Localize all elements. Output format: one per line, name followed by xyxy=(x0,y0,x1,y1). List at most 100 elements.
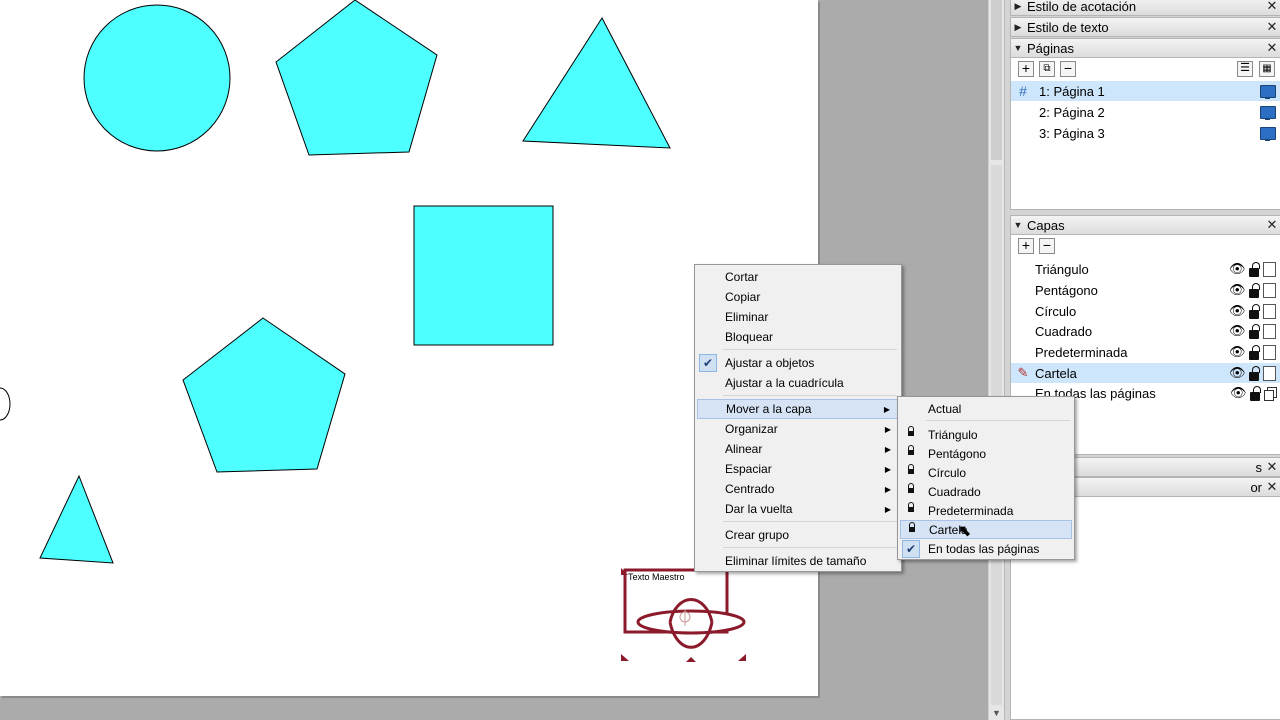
menu-item-label: Eliminar límites de tamaño xyxy=(725,554,867,568)
lock-icon[interactable] xyxy=(1249,323,1260,339)
menu-item-crear-grupo[interactable]: Crear grupo xyxy=(697,525,899,545)
submenu-item[interactable]: Círculo xyxy=(900,463,1072,482)
page-item[interactable]: 2: Página 2 xyxy=(1011,102,1280,122)
pentagon-shape-top[interactable] xyxy=(275,0,438,156)
eye-icon[interactable]: 👁 xyxy=(1229,323,1246,339)
close-icon[interactable]: ✕ xyxy=(1264,19,1280,35)
submenu-item[interactable]: Triángulo xyxy=(900,425,1072,444)
submenu-item-actual[interactable]: Actual xyxy=(900,399,1072,418)
eye-icon[interactable]: 👁 xyxy=(1229,282,1246,298)
scrollbar-thumb[interactable] xyxy=(991,0,1002,160)
submenu-item-label: En todas las páginas xyxy=(928,541,1040,556)
close-icon[interactable]: ✕ xyxy=(1264,479,1280,495)
lock-icon[interactable] xyxy=(1249,344,1260,360)
menu-item-alinear[interactable]: Alinear ▶ xyxy=(697,439,899,459)
layer-item[interactable]: Predeterminada 👁 xyxy=(1011,342,1280,362)
menu-item-ajustar-cuadricula[interactable]: Ajustar a la cuadrícula xyxy=(697,373,899,393)
pages-panel-body: + ⧉ − ☰ ▦ # 1: Página 1 2: Página 2 3: P… xyxy=(1010,58,1280,210)
menu-item-eliminar-limites[interactable]: Eliminar límites de tamaño xyxy=(697,551,899,571)
title-block-stamp[interactable] xyxy=(621,568,746,662)
grid-view-icon[interactable]: ▦ xyxy=(1259,61,1275,77)
submenu-item[interactable]: Pentágono xyxy=(900,444,1072,463)
panel-header-acotacion[interactable]: ▶ Estilo de acotación ✕ xyxy=(1010,0,1280,16)
submenu-arrow-icon: ▶ xyxy=(883,404,890,414)
menu-separator xyxy=(723,521,897,522)
page-icon[interactable] xyxy=(1263,365,1276,381)
lock-icon[interactable] xyxy=(1249,303,1260,319)
checkmark-icon: ✔ xyxy=(902,540,920,558)
menu-item-dar-vuelta[interactable]: Dar la vuelta ▶ xyxy=(697,499,899,519)
pentagon-shape-bottom[interactable] xyxy=(182,317,346,473)
expand-right-icon[interactable]: ▶ xyxy=(1011,22,1025,33)
scroll-down-icon[interactable]: ▼ xyxy=(992,708,1001,718)
panel-header-texto[interactable]: ▶ Estilo de texto ✕ xyxy=(1010,17,1280,37)
layer-item[interactable]: Triángulo 👁 xyxy=(1011,259,1280,279)
menu-item-label: Crear grupo xyxy=(725,528,790,542)
close-icon[interactable]: ✕ xyxy=(1264,459,1280,475)
eye-icon[interactable]: 👁 xyxy=(1229,365,1246,381)
duplicate-page-button[interactable]: ⧉ xyxy=(1039,61,1055,77)
circle-shape[interactable] xyxy=(83,4,231,152)
menu-item-copiar[interactable]: Copiar xyxy=(697,287,899,307)
submenu-item[interactable]: Cuadrado xyxy=(900,482,1072,501)
square-shape[interactable] xyxy=(413,205,554,346)
menu-item-mover-capa[interactable]: Mover a la capa ▶ xyxy=(697,399,899,419)
menu-item-espaciar[interactable]: Espaciar ▶ xyxy=(697,459,899,479)
monitor-icon[interactable] xyxy=(1260,105,1276,120)
layer-item[interactable]: ✎ Cartela 👁 xyxy=(1011,363,1280,383)
panel-title: Estilo de acotación xyxy=(1027,0,1137,14)
add-layer-button[interactable]: + xyxy=(1018,238,1034,254)
close-icon[interactable]: ✕ xyxy=(1264,217,1280,233)
add-page-button[interactable]: + xyxy=(1018,61,1034,77)
panel-header-capas[interactable]: ▼ Capas ✕ xyxy=(1010,215,1280,235)
vertical-scrollbar[interactable]: ▼ xyxy=(988,0,1005,720)
page-icon[interactable] xyxy=(1263,303,1276,319)
lock-icon[interactable] xyxy=(1249,365,1260,381)
layer-item[interactable]: Pentágono 👁 xyxy=(1011,280,1280,300)
lock-icon[interactable] xyxy=(1249,261,1260,277)
monitor-icon[interactable] xyxy=(1260,126,1276,141)
submenu-arrow-icon: ▶ xyxy=(884,464,891,474)
remove-page-button[interactable]: − xyxy=(1060,61,1076,77)
submenu-item[interactable]: Predeterminada xyxy=(900,501,1072,520)
submenu-item-cartela[interactable]: Cartela xyxy=(900,520,1072,539)
submenu-item-label: Actual xyxy=(928,401,962,416)
page-icon[interactable] xyxy=(1263,261,1276,277)
page-item[interactable]: 3: Página 3 xyxy=(1011,123,1280,143)
expand-down-icon[interactable]: ▼ xyxy=(1011,220,1025,230)
expand-right-icon[interactable]: ▶ xyxy=(1011,1,1025,12)
layer-item-label: Predeterminada xyxy=(1035,344,1128,360)
panel-header-paginas[interactable]: ▼ Páginas ✕ xyxy=(1010,38,1280,58)
close-icon[interactable]: ✕ xyxy=(1264,40,1280,56)
all-pages-icon[interactable] xyxy=(1264,386,1277,401)
close-icon[interactable]: ✕ xyxy=(1264,0,1280,14)
list-view-icon[interactable]: ☰ xyxy=(1237,61,1253,77)
lock-icon[interactable] xyxy=(1249,282,1260,298)
page-item[interactable]: # 1: Página 1 xyxy=(1011,81,1280,101)
page-icon[interactable] xyxy=(1263,344,1276,360)
menu-item-eliminar[interactable]: Eliminar xyxy=(697,307,899,327)
triangle-shape-bottom[interactable] xyxy=(39,474,114,564)
monitor-icon[interactable] xyxy=(1260,84,1276,99)
menu-item-centrado[interactable]: Centrado ▶ xyxy=(697,479,899,499)
page-icon[interactable] xyxy=(1263,282,1276,298)
menu-item-ajustar-objetos[interactable]: ✔ Ajustar a objetos xyxy=(697,353,899,373)
layer-item[interactable]: Cuadrado 👁 xyxy=(1011,321,1280,341)
menu-item-cortar[interactable]: Cortar xyxy=(697,267,899,287)
submenu-item[interactable]: ✔ En todas las páginas xyxy=(900,539,1072,558)
menu-item-bloquear[interactable]: Bloquear xyxy=(697,327,899,347)
remove-layer-button[interactable]: − xyxy=(1039,238,1055,254)
menu-item-label: Organizar xyxy=(725,422,778,436)
eye-icon[interactable]: 👁 xyxy=(1229,344,1246,360)
eye-icon[interactable]: 👁 xyxy=(1229,303,1246,319)
triangle-shape-top[interactable] xyxy=(522,17,671,149)
lock-icon xyxy=(908,445,914,455)
eye-icon[interactable]: 👁 xyxy=(1230,385,1247,401)
page-icon[interactable] xyxy=(1263,323,1276,339)
layer-item[interactable]: Círculo 👁 xyxy=(1011,301,1280,321)
eye-icon[interactable]: 👁 xyxy=(1229,261,1246,277)
partial-shape-edge xyxy=(0,387,11,421)
menu-item-organizar[interactable]: Organizar ▶ xyxy=(697,419,899,439)
expand-down-icon[interactable]: ▼ xyxy=(1011,43,1025,53)
lock-icon[interactable] xyxy=(1250,385,1261,401)
